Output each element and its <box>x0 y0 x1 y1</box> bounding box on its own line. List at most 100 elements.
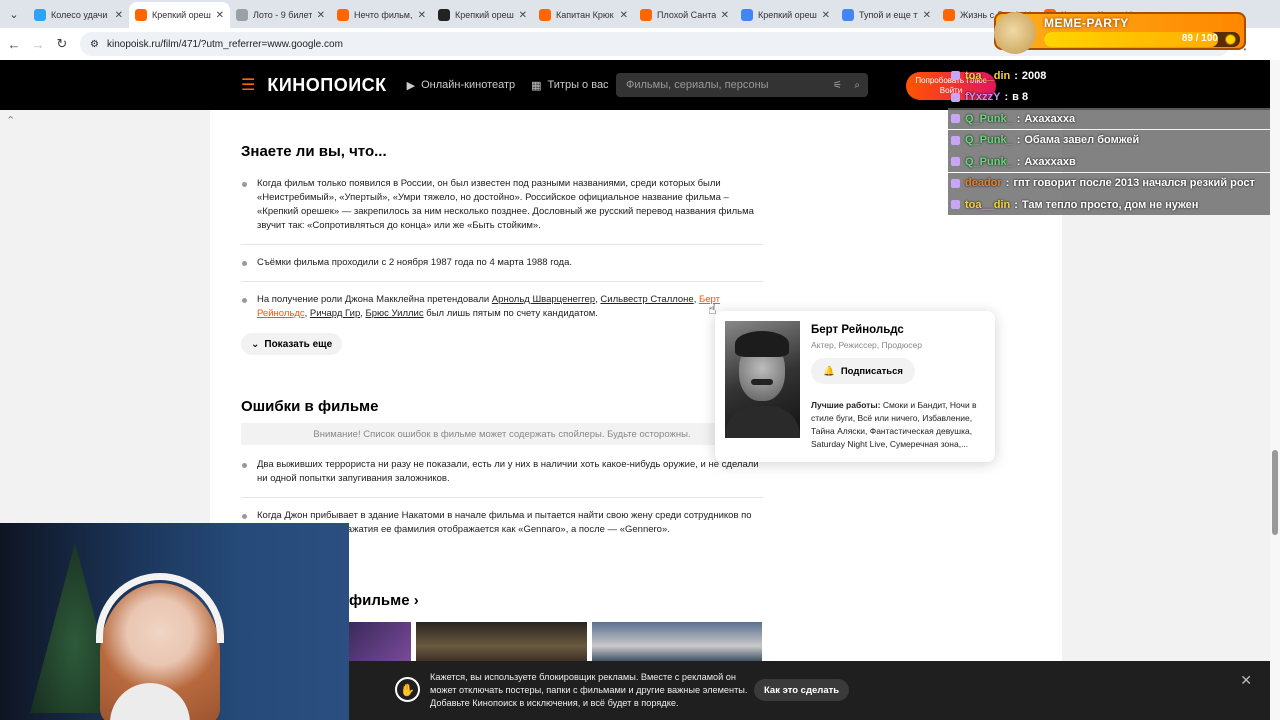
how-to-button[interactable]: Как это сделать <box>754 679 850 701</box>
chat-separator: : <box>1014 198 1018 211</box>
tab-close-icon[interactable]: ✕ <box>822 10 830 21</box>
stop-hand-icon: ✋ <box>395 677 420 702</box>
tab-close-icon[interactable]: ✕ <box>721 10 729 21</box>
link-willis[interactable]: Брюс Уиллис <box>366 308 424 319</box>
nav-online-cinema[interactable]: ▶ Онлайн-кинотеатр <box>407 79 516 92</box>
chat-message: toa__din:2008 <box>948 65 1278 86</box>
browser-tab[interactable]: Крепкий ореш ✕ <box>432 2 533 28</box>
chat-username: fYxzzY <box>965 91 1001 103</box>
titles-icon: ▦ <box>531 79 542 92</box>
close-icon[interactable]: ✕ <box>1240 672 1252 689</box>
filter-icon[interactable]: ⚟ <box>833 80 842 91</box>
posters-title-text: фильме <box>349 592 410 609</box>
show-more-button[interactable]: ⌄ Показать еще <box>241 333 343 355</box>
browser-tab[interactable]: Колесо удачи ✕ <box>28 2 129 28</box>
errors-title: Ошибки в фильме <box>241 398 379 415</box>
chat-separator: : <box>1016 134 1021 146</box>
reload-icon[interactable]: ↻ <box>50 32 74 56</box>
chat-badge-icon <box>951 114 960 123</box>
tab-close-icon[interactable]: ✕ <box>317 10 325 21</box>
poster-thumbnail[interactable] <box>592 622 762 662</box>
kinopoisk-logo[interactable]: КИНОПОИСК <box>267 75 386 96</box>
best-works-label: Лучшие работы: <box>811 400 881 410</box>
poster-thumbnail[interactable] <box>349 622 411 662</box>
chat-message: Q_Punk_: Ахахахха <box>948 108 1278 129</box>
site-info-icon[interactable]: ⚙ <box>90 39 99 50</box>
tab-close-icon[interactable]: ✕ <box>519 10 527 21</box>
tab-favicon-icon <box>640 9 652 21</box>
meme-progress-bar: 89 / 100 <box>1044 32 1240 47</box>
scroll-up-icon[interactable]: ⌃ <box>6 114 15 127</box>
tab-favicon-icon <box>236 9 248 21</box>
poster-thumbnail[interactable] <box>416 622 587 662</box>
photo-body <box>725 406 800 438</box>
browser-tab[interactable]: Тупой и еще ту ✕ <box>836 2 937 28</box>
chat-separator: : <box>1014 69 1018 82</box>
chevron-right-icon: › <box>413 592 419 609</box>
browser-tab[interactable]: Крепкий ореш ✕ <box>735 2 836 28</box>
photo-hair <box>735 331 789 357</box>
chat-text: в 8 <box>1012 91 1029 103</box>
fact-item: Когда фильм только появился в России, он… <box>241 177 763 233</box>
nav-titles[interactable]: ▦ Титры о вас <box>531 79 608 92</box>
person-roles: Актер, Режиссер, Продюсер <box>811 340 922 350</box>
tab-close-icon[interactable]: ✕ <box>216 10 224 21</box>
hand-cursor-icon: ☝ <box>708 301 717 317</box>
photo-mustache <box>751 379 773 385</box>
tab-close-icon[interactable]: ✕ <box>923 10 931 21</box>
did-you-know-title: Знаете ли вы, что... <box>241 143 387 160</box>
chat-text: 2008 <box>1021 69 1047 82</box>
tab-favicon-icon <box>438 9 450 21</box>
chat-separator: : <box>1004 91 1009 103</box>
adblock-text: Кажется, вы используете блокировщик рекл… <box>430 672 748 708</box>
adblock-notice: ✋ Кажется, вы используете блокировщик ре… <box>349 661 1270 720</box>
search-placeholder: Фильмы, сериалы, персоны <box>626 79 769 91</box>
back-icon[interactable]: ← <box>2 32 26 56</box>
tab-favicon-icon <box>135 9 147 21</box>
tab-search-button[interactable]: ⌄ <box>0 0 28 28</box>
link-stallone[interactable]: Сильвестр Сталлоне <box>600 294 693 305</box>
tab-title: Лото - 9 билет <box>253 10 312 20</box>
tab-title: Тупой и еще ту <box>859 10 918 20</box>
chat-username: toa__din <box>965 198 1011 211</box>
stream-chat-overlay: toa__din:2008 fYxzzY: в 8 Q_Punk_: Ахахахха Q… <box>948 65 1278 216</box>
tab-title: Крепкий ореш <box>152 10 211 20</box>
tab-favicon-icon <box>337 9 349 21</box>
browser-tab[interactable]: Плохой Санта ✕ <box>634 2 735 28</box>
subscribe-button[interactable]: 🔔 Подписаться <box>811 358 915 384</box>
browser-tab[interactable]: Нечто фильм, ✕ <box>331 2 432 28</box>
chat-message: toa__din: Там тепло просто, дом не нужен <box>948 194 1278 215</box>
spoiler-warning: Внимание! Список ошибок в фильме может с… <box>241 423 763 445</box>
bell-icon: 🔔 <box>823 365 835 377</box>
chat-badge-icon <box>951 92 960 102</box>
tab-close-icon[interactable]: ✕ <box>115 10 123 21</box>
page-scrollbar[interactable] <box>1270 60 1280 720</box>
tab-close-icon[interactable]: ✕ <box>418 10 426 21</box>
menu-icon[interactable]: ☰ <box>241 75 255 95</box>
tab-close-icon[interactable]: ✕ <box>620 10 628 21</box>
forward-icon[interactable]: → <box>26 32 50 56</box>
chat-separator: : <box>1016 112 1021 125</box>
browser-tab[interactable]: Крепкий ореш ✕ <box>129 2 230 28</box>
tab-title: Крепкий ореш <box>455 10 514 20</box>
tab-title: Крепкий ореш <box>758 10 817 20</box>
coin-icon <box>1225 34 1236 45</box>
browser-tab[interactable]: Лото - 9 билет ✕ <box>230 2 331 28</box>
search-input[interactable]: Фильмы, сериалы, персоны ⚟ ⌕ <box>616 73 868 97</box>
tab-title: Нечто фильм, <box>354 10 413 20</box>
scrollbar-thumb[interactable] <box>1272 450 1278 535</box>
browser-tab[interactable]: Капитан Крюк ✕ <box>533 2 634 28</box>
search-icon[interactable]: ⌕ <box>854 80 860 91</box>
person-name[interactable]: Берт Рейнольдс <box>811 324 904 336</box>
best-works: Лучшие работы: Смоки и Бандит, Ночи в ст… <box>811 399 985 451</box>
url-text: kinopoisk.ru/film/471/?utm_referrer=www.… <box>106 38 343 50</box>
meme-party-title: MEME-PARTY <box>1044 16 1129 30</box>
person-photo[interactable] <box>725 321 800 438</box>
chat-text: гпт говорит после 2013 начался резкий ро… <box>1013 177 1255 189</box>
link-schwarzenegger[interactable]: Арнольд Шварценеггер <box>492 294 595 305</box>
chat-separator: : <box>1005 177 1010 189</box>
link-gere[interactable]: Ричард Гир <box>310 308 360 319</box>
divider <box>241 244 763 245</box>
posters-section-title[interactable]: фильме › <box>349 592 419 609</box>
chat-badge-icon <box>951 135 960 145</box>
